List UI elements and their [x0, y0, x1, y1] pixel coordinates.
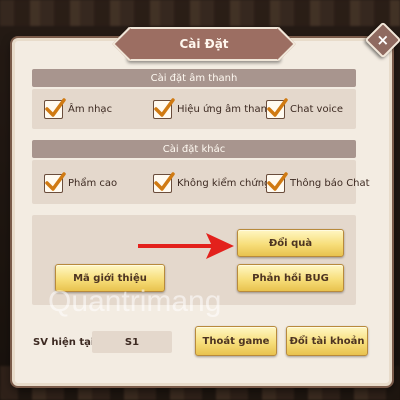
- other-settings-title: Cài đặt khác: [162, 143, 226, 155]
- check-icon: [267, 98, 288, 117]
- checkbox-no-verify[interactable]: Không kiểm chứng: [153, 172, 271, 193]
- checkbox-sound-effects[interactable]: Hiệu ứng âm thanh: [153, 98, 274, 119]
- checkbox-label: Hiệu ứng âm thanh: [177, 104, 274, 115]
- referral-code-label: Mã giới thiệu: [73, 272, 147, 284]
- checkbox-label: Phẩm cao: [68, 178, 118, 189]
- report-bug-button[interactable]: Phản hồi BUG: [237, 264, 344, 292]
- checkbox-box[interactable]: [153, 98, 175, 119]
- report-bug-label: Phản hồi BUG: [252, 272, 329, 284]
- check-icon: [154, 172, 175, 191]
- redeem-button-label: Đổi quà: [268, 237, 313, 249]
- exit-game-button[interactable]: Thoát game: [195, 326, 277, 356]
- close-icon: ×: [376, 30, 390, 49]
- checkbox-chat-notify[interactable]: Thông báo Chat: [266, 172, 370, 193]
- switch-account-button[interactable]: Đổi tài khoản: [286, 326, 368, 356]
- server-value-box: S1: [92, 331, 172, 353]
- exit-game-label: Thoát game: [202, 335, 270, 347]
- checkbox-music[interactable]: Âm nhạc: [44, 98, 113, 119]
- checkbox-label: Chat voice: [290, 104, 344, 115]
- switch-account-label: Đổi tài khoản: [289, 335, 365, 347]
- check-icon: [45, 98, 66, 117]
- checkbox-box[interactable]: [44, 172, 66, 193]
- sound-settings-title: Cài đặt âm thanh: [150, 72, 238, 84]
- checkbox-label: Âm nhạc: [68, 104, 113, 115]
- red-arrow-icon: [138, 233, 234, 259]
- check-icon: [267, 172, 288, 191]
- checkbox-chat-voice[interactable]: Chat voice: [266, 98, 344, 119]
- referral-code-button[interactable]: Mã giới thiệu: [55, 264, 165, 292]
- checkbox-box[interactable]: [266, 98, 288, 119]
- server-label: SV hiện tại:: [33, 337, 99, 348]
- checkbox-box[interactable]: [266, 172, 288, 193]
- check-icon: [154, 98, 175, 117]
- dialog-title: Cài Đặt: [179, 37, 229, 51]
- sound-settings-header: Cài đặt âm thanh: [32, 69, 356, 87]
- checkbox-label: Thông báo Chat: [290, 178, 370, 189]
- redeem-button[interactable]: Đổi quà: [237, 229, 344, 257]
- checkbox-high-quality[interactable]: Phẩm cao: [44, 172, 118, 193]
- dialog-title-tab: Cài Đặt: [127, 27, 281, 61]
- check-icon: [45, 172, 66, 191]
- other-settings-header: Cài đặt khác: [32, 140, 356, 158]
- checkbox-box[interactable]: [153, 172, 175, 193]
- checkbox-label: Không kiểm chứng: [177, 178, 271, 189]
- server-value: S1: [124, 336, 140, 348]
- checkbox-box[interactable]: [44, 98, 66, 119]
